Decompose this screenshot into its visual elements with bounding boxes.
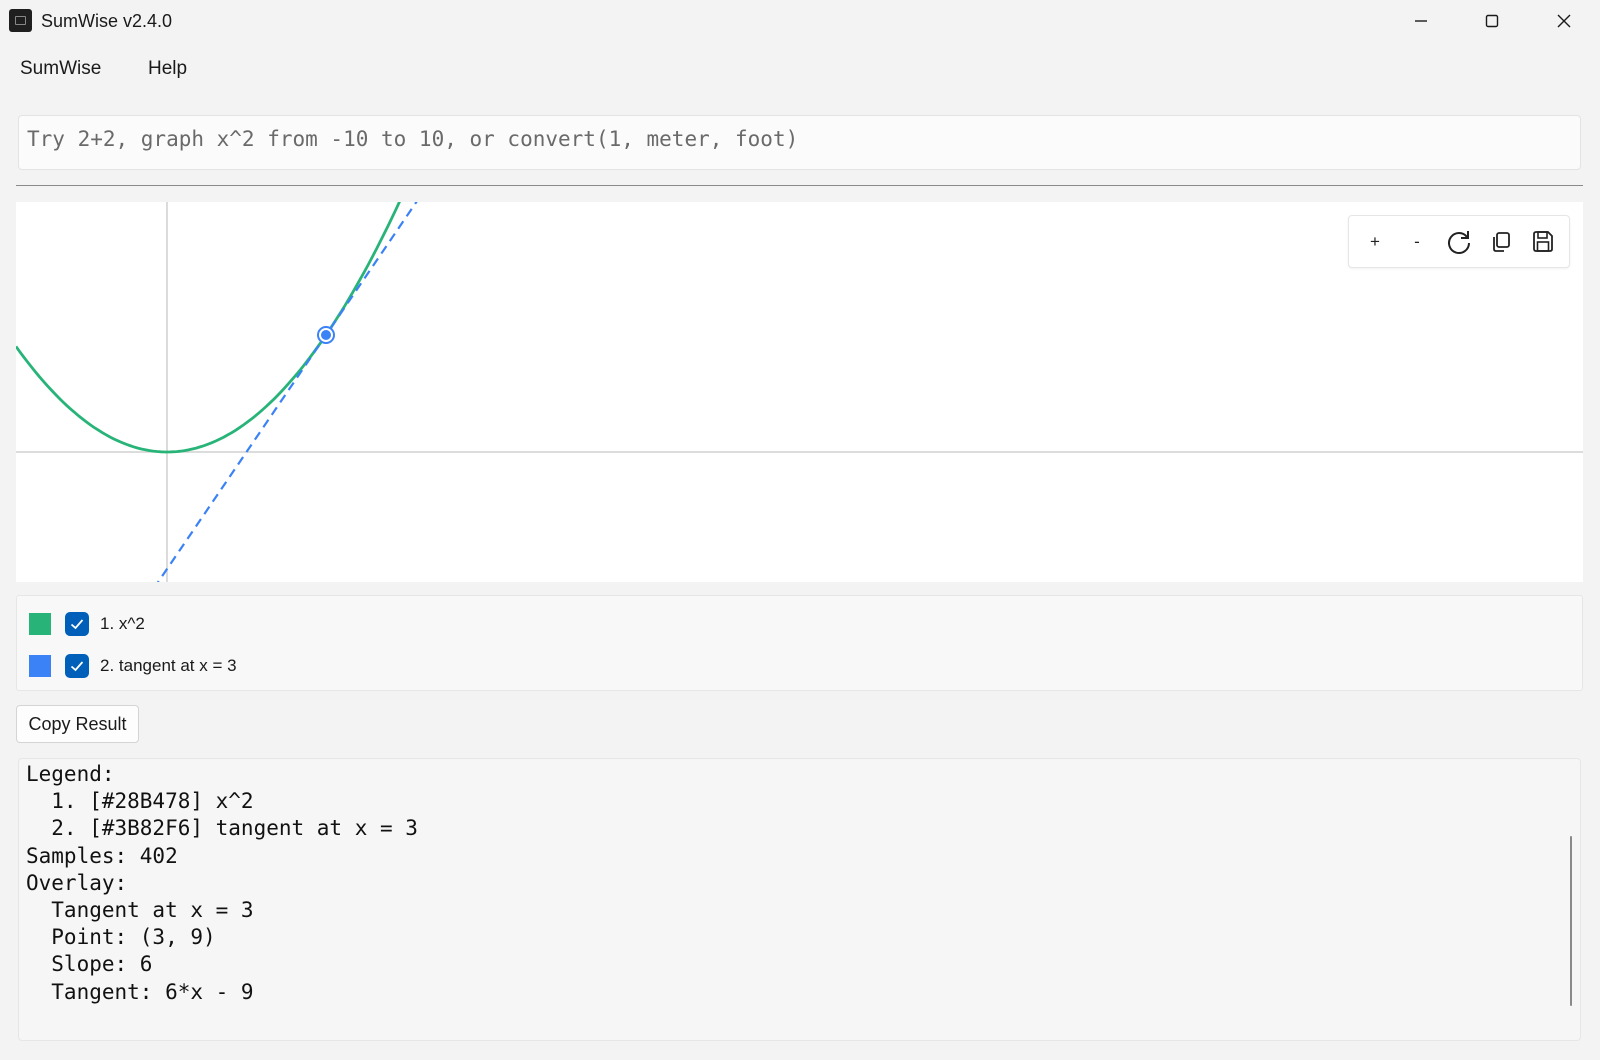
menu-bar: SumWise Help [0, 48, 1600, 88]
checkmark-icon [70, 661, 84, 672]
reset-view-icon [1448, 231, 1470, 254]
reset-view-button[interactable] [1441, 224, 1477, 260]
close-button[interactable] [1529, 0, 1599, 42]
legend-item: 2. tangent at x = 3 [17, 651, 417, 681]
close-icon [1557, 14, 1571, 28]
copy-icon [1493, 232, 1510, 252]
result-line: 1. [#28B478] x^2 [26, 789, 254, 814]
copy-graph-button[interactable] [1483, 224, 1519, 260]
minimize-button[interactable] [1386, 0, 1456, 42]
save-graph-button[interactable] [1525, 224, 1561, 260]
menu-help[interactable]: Help [144, 56, 191, 82]
maximize-button[interactable] [1457, 0, 1527, 42]
zoom-out-icon: - [1414, 232, 1420, 251]
zoom-in-icon: + [1370, 232, 1380, 251]
graph-toolbar: + - [1348, 215, 1570, 268]
result-line: Tangent at x = 3 [26, 898, 254, 923]
result-line: Overlay: [26, 870, 128, 895]
window-title: SumWise v2.4.0 [41, 11, 173, 31]
input-divider [16, 185, 1583, 186]
zoom-in-button[interactable]: + [1357, 224, 1393, 260]
minimize-icon [1415, 20, 1427, 22]
series-legend: 1. x^2 2. tangent at x = 3 [16, 595, 1583, 691]
legend-label: 2. tangent at x = 3 [100, 656, 237, 675]
result-line: Slope: 6 [26, 952, 153, 977]
result-text: Legend: 1. [#28B478] x^2 2. [#3B82F6] ta… [26, 761, 418, 1006]
result-line: Samples: 402 [26, 843, 178, 868]
legend-visibility-checkbox[interactable] [65, 612, 89, 636]
series-tangent-line [156, 202, 418, 582]
save-icon [1533, 231, 1553, 252]
result-output[interactable]: Legend: 1. [#28B478] x^2 2. [#3B82F6] ta… [18, 758, 1581, 1041]
result-line: Tangent: 6*x - 9 [26, 979, 254, 1004]
menu-sumwise[interactable]: SumWise [16, 56, 105, 82]
legend-item: 1. x^2 [17, 609, 417, 639]
result-line: Legend: [26, 762, 115, 786]
legend-color-swatch[interactable] [29, 655, 51, 677]
output-scrollbar[interactable] [1570, 836, 1572, 1006]
legend-visibility-checkbox[interactable] [65, 654, 89, 678]
expression-input-box [18, 115, 1581, 170]
legend-label: 1. x^2 [100, 614, 145, 633]
legend-color-swatch[interactable] [29, 613, 51, 635]
app-icon [9, 9, 32, 32]
tangent-point-dot [321, 330, 331, 340]
series-curve-x2 [16, 202, 401, 454]
zoom-out-button[interactable]: - [1399, 224, 1435, 260]
expression-input[interactable] [19, 116, 1580, 169]
checkmark-icon [70, 619, 84, 630]
result-line: Point: (3, 9) [26, 925, 216, 950]
title-bar: SumWise v2.4.0 [0, 0, 1600, 42]
copy-result-button[interactable]: Copy Result [16, 705, 139, 743]
maximize-icon [1485, 14, 1499, 28]
result-line: 2. [#3B82F6] tangent at x = 3 [26, 816, 418, 841]
